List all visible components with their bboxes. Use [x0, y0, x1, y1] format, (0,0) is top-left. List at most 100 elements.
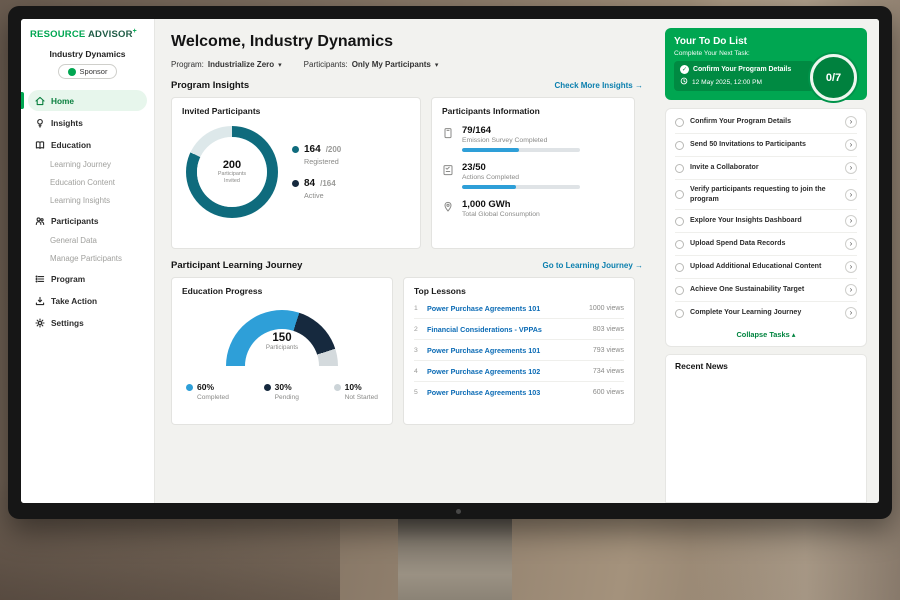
sidebar-item-education-content[interactable]: Education Content [28, 174, 147, 191]
lesson-rank: 4 [414, 368, 420, 375]
task-checkbox[interactable] [675, 217, 684, 226]
sidebar-item-education[interactable]: Education [28, 134, 147, 155]
sidebar-item-settings[interactable]: Settings [28, 312, 147, 333]
legend-value: 84 [304, 178, 315, 189]
legend-label: Pending [275, 394, 299, 401]
next-task-pill[interactable]: ✓ Confirm Your Program Details 12 May 20… [674, 61, 814, 91]
lesson-link[interactable]: Power Purchase Agreements 101 [427, 304, 582, 313]
photo-background: RESOURCE ADVISOR+ Industry Dynamics Spon… [0, 0, 900, 600]
task-checkbox[interactable] [675, 190, 684, 199]
legend-label: Not Started [345, 394, 378, 401]
metric-value: 79/164 [462, 125, 580, 136]
task-checkbox[interactable] [675, 263, 684, 272]
sidebar-item-learning-insights[interactable]: Learning Insights [28, 192, 147, 209]
sidebar-item-learning-journey[interactable]: Learning Journey [28, 156, 147, 173]
task-row[interactable]: Explore Your Insights Dashboard › [675, 210, 857, 233]
sidebar-item-program[interactable]: Program [28, 268, 147, 289]
legend-value: 10% [345, 382, 362, 392]
todo-column: Your To Do List Complete Your Next Task:… [657, 19, 879, 503]
program-filter[interactable]: Program: Industrialize Zero ▾ [171, 60, 282, 69]
task-checkbox[interactable] [675, 141, 684, 150]
lesson-link[interactable]: Power Purchase Agreements 101 [427, 346, 586, 355]
lightbulb-icon [34, 117, 45, 128]
chevron-right-icon[interactable]: › [845, 238, 857, 250]
chevron-right-icon[interactable]: › [845, 189, 857, 201]
program-filter-label: Program: [171, 60, 204, 69]
progress-fill [462, 185, 516, 189]
task-checkbox[interactable] [675, 309, 684, 318]
sponsor-badge[interactable]: Sponsor [58, 64, 118, 79]
chevron-right-icon[interactable]: › [845, 261, 857, 273]
due-date: 12 May 2025, 12:00 PM [692, 79, 762, 86]
global-consumption-row: 1,000 GWh Total Global Consumption [442, 199, 624, 218]
sidebar-item-label: Program [51, 274, 85, 284]
link-label: Check More Insights [555, 81, 633, 90]
lesson-rank: 1 [414, 305, 420, 312]
participants-filter[interactable]: Participants: Only My Participants ▾ [304, 60, 439, 69]
chevron-right-icon[interactable]: › [845, 139, 857, 151]
task-row[interactable]: Achieve One Sustainability Target › [675, 279, 857, 302]
sidebar-item-label: Insights [51, 118, 83, 128]
logo-advisor: ADVISOR [88, 29, 133, 40]
gear-icon [34, 317, 45, 328]
metric-label: Emission Survey Completed [462, 137, 580, 144]
section-title-learning-journey: Participant Learning Journey [171, 260, 302, 271]
chevron-down-icon: ▾ [435, 61, 439, 69]
task-row[interactable]: Send 50 Invitations to Participants › [675, 134, 857, 157]
chevron-down-icon: ▾ [278, 61, 282, 69]
task-row[interactable]: Verify participants requesting to join t… [675, 180, 857, 210]
task-row[interactable]: Complete Your Learning Journey › [675, 302, 857, 324]
task-label: Complete Your Learning Journey [690, 308, 839, 318]
task-label: Send 50 Invitations to Participants [690, 140, 839, 150]
lesson-link[interactable]: Power Purchase Agreements 102 [427, 367, 586, 376]
legend-completed: 60% Completed [186, 382, 229, 401]
legend-pending: 30% Pending [264, 382, 299, 401]
sidebar: RESOURCE ADVISOR+ Industry Dynamics Spon… [21, 19, 155, 503]
book-icon [34, 139, 45, 150]
task-checkbox[interactable] [675, 286, 684, 295]
donut-center-value: 200 [223, 159, 241, 171]
task-row[interactable]: Confirm Your Program Details › [675, 111, 857, 134]
top-lessons-card: Top Lessons 1 Power Purchase Agreements … [403, 277, 635, 425]
chevron-right-icon[interactable]: › [845, 215, 857, 227]
chevron-right-icon[interactable]: › [845, 284, 857, 296]
task-checkbox[interactable] [675, 118, 684, 127]
recent-news-card: Recent News [665, 354, 867, 503]
task-checkbox[interactable] [675, 240, 684, 249]
chevron-right-icon[interactable]: › [845, 162, 857, 174]
gauge-center: 150 Participants [226, 332, 338, 351]
home-icon [34, 95, 45, 106]
check-more-insights-link[interactable]: Check More Insights → [555, 81, 643, 90]
progress-fill [462, 148, 519, 152]
task-row[interactable]: Upload Additional Educational Content › [675, 256, 857, 279]
sidebar-item-take-action[interactable]: Take Action [28, 290, 147, 311]
lesson-views: 734 views [593, 368, 624, 375]
task-row[interactable]: Upload Spend Data Records › [675, 233, 857, 256]
chevron-right-icon[interactable]: › [845, 307, 857, 319]
arrow-right-icon: → [635, 81, 643, 90]
task-label: Invite a Collaborator [690, 163, 839, 173]
donut-legend: 164 /200 Registered 84 /164 [292, 144, 341, 200]
sidebar-item-general-data[interactable]: General Data [28, 232, 147, 249]
card-title: Top Lessons [414, 286, 624, 296]
task-checkbox[interactable] [675, 164, 684, 173]
lesson-link[interactable]: Financial Considerations - VPPAs [427, 325, 586, 334]
legend-label: Registered [304, 157, 341, 166]
actions-progress-bar [462, 185, 580, 189]
todo-progress-circle: 0/7 [810, 54, 857, 101]
lesson-link[interactable]: Power Purchase Agreements 103 [427, 388, 586, 397]
chevron-right-icon[interactable]: › [845, 116, 857, 128]
sidebar-item-label: Settings [51, 318, 84, 328]
sidebar-item-label: Manage Participants [50, 254, 122, 263]
sidebar-item-label: Education [51, 140, 91, 150]
sidebar-item-insights[interactable]: Insights [28, 112, 147, 133]
task-row[interactable]: Invite a Collaborator › [675, 157, 857, 180]
sidebar-item-participants[interactable]: Participants [28, 210, 147, 231]
legend-label: Active [304, 191, 341, 200]
lesson-views: 1000 views [589, 305, 624, 312]
participants-filter-value: Only My Participants [352, 60, 431, 69]
collapse-tasks-link[interactable]: Collapse Tasks ▴ [675, 324, 857, 342]
go-to-learning-journey-link[interactable]: Go to Learning Journey → [543, 261, 643, 270]
sidebar-item-home[interactable]: Home [28, 90, 147, 111]
sidebar-item-manage-participants[interactable]: Manage Participants [28, 250, 147, 267]
